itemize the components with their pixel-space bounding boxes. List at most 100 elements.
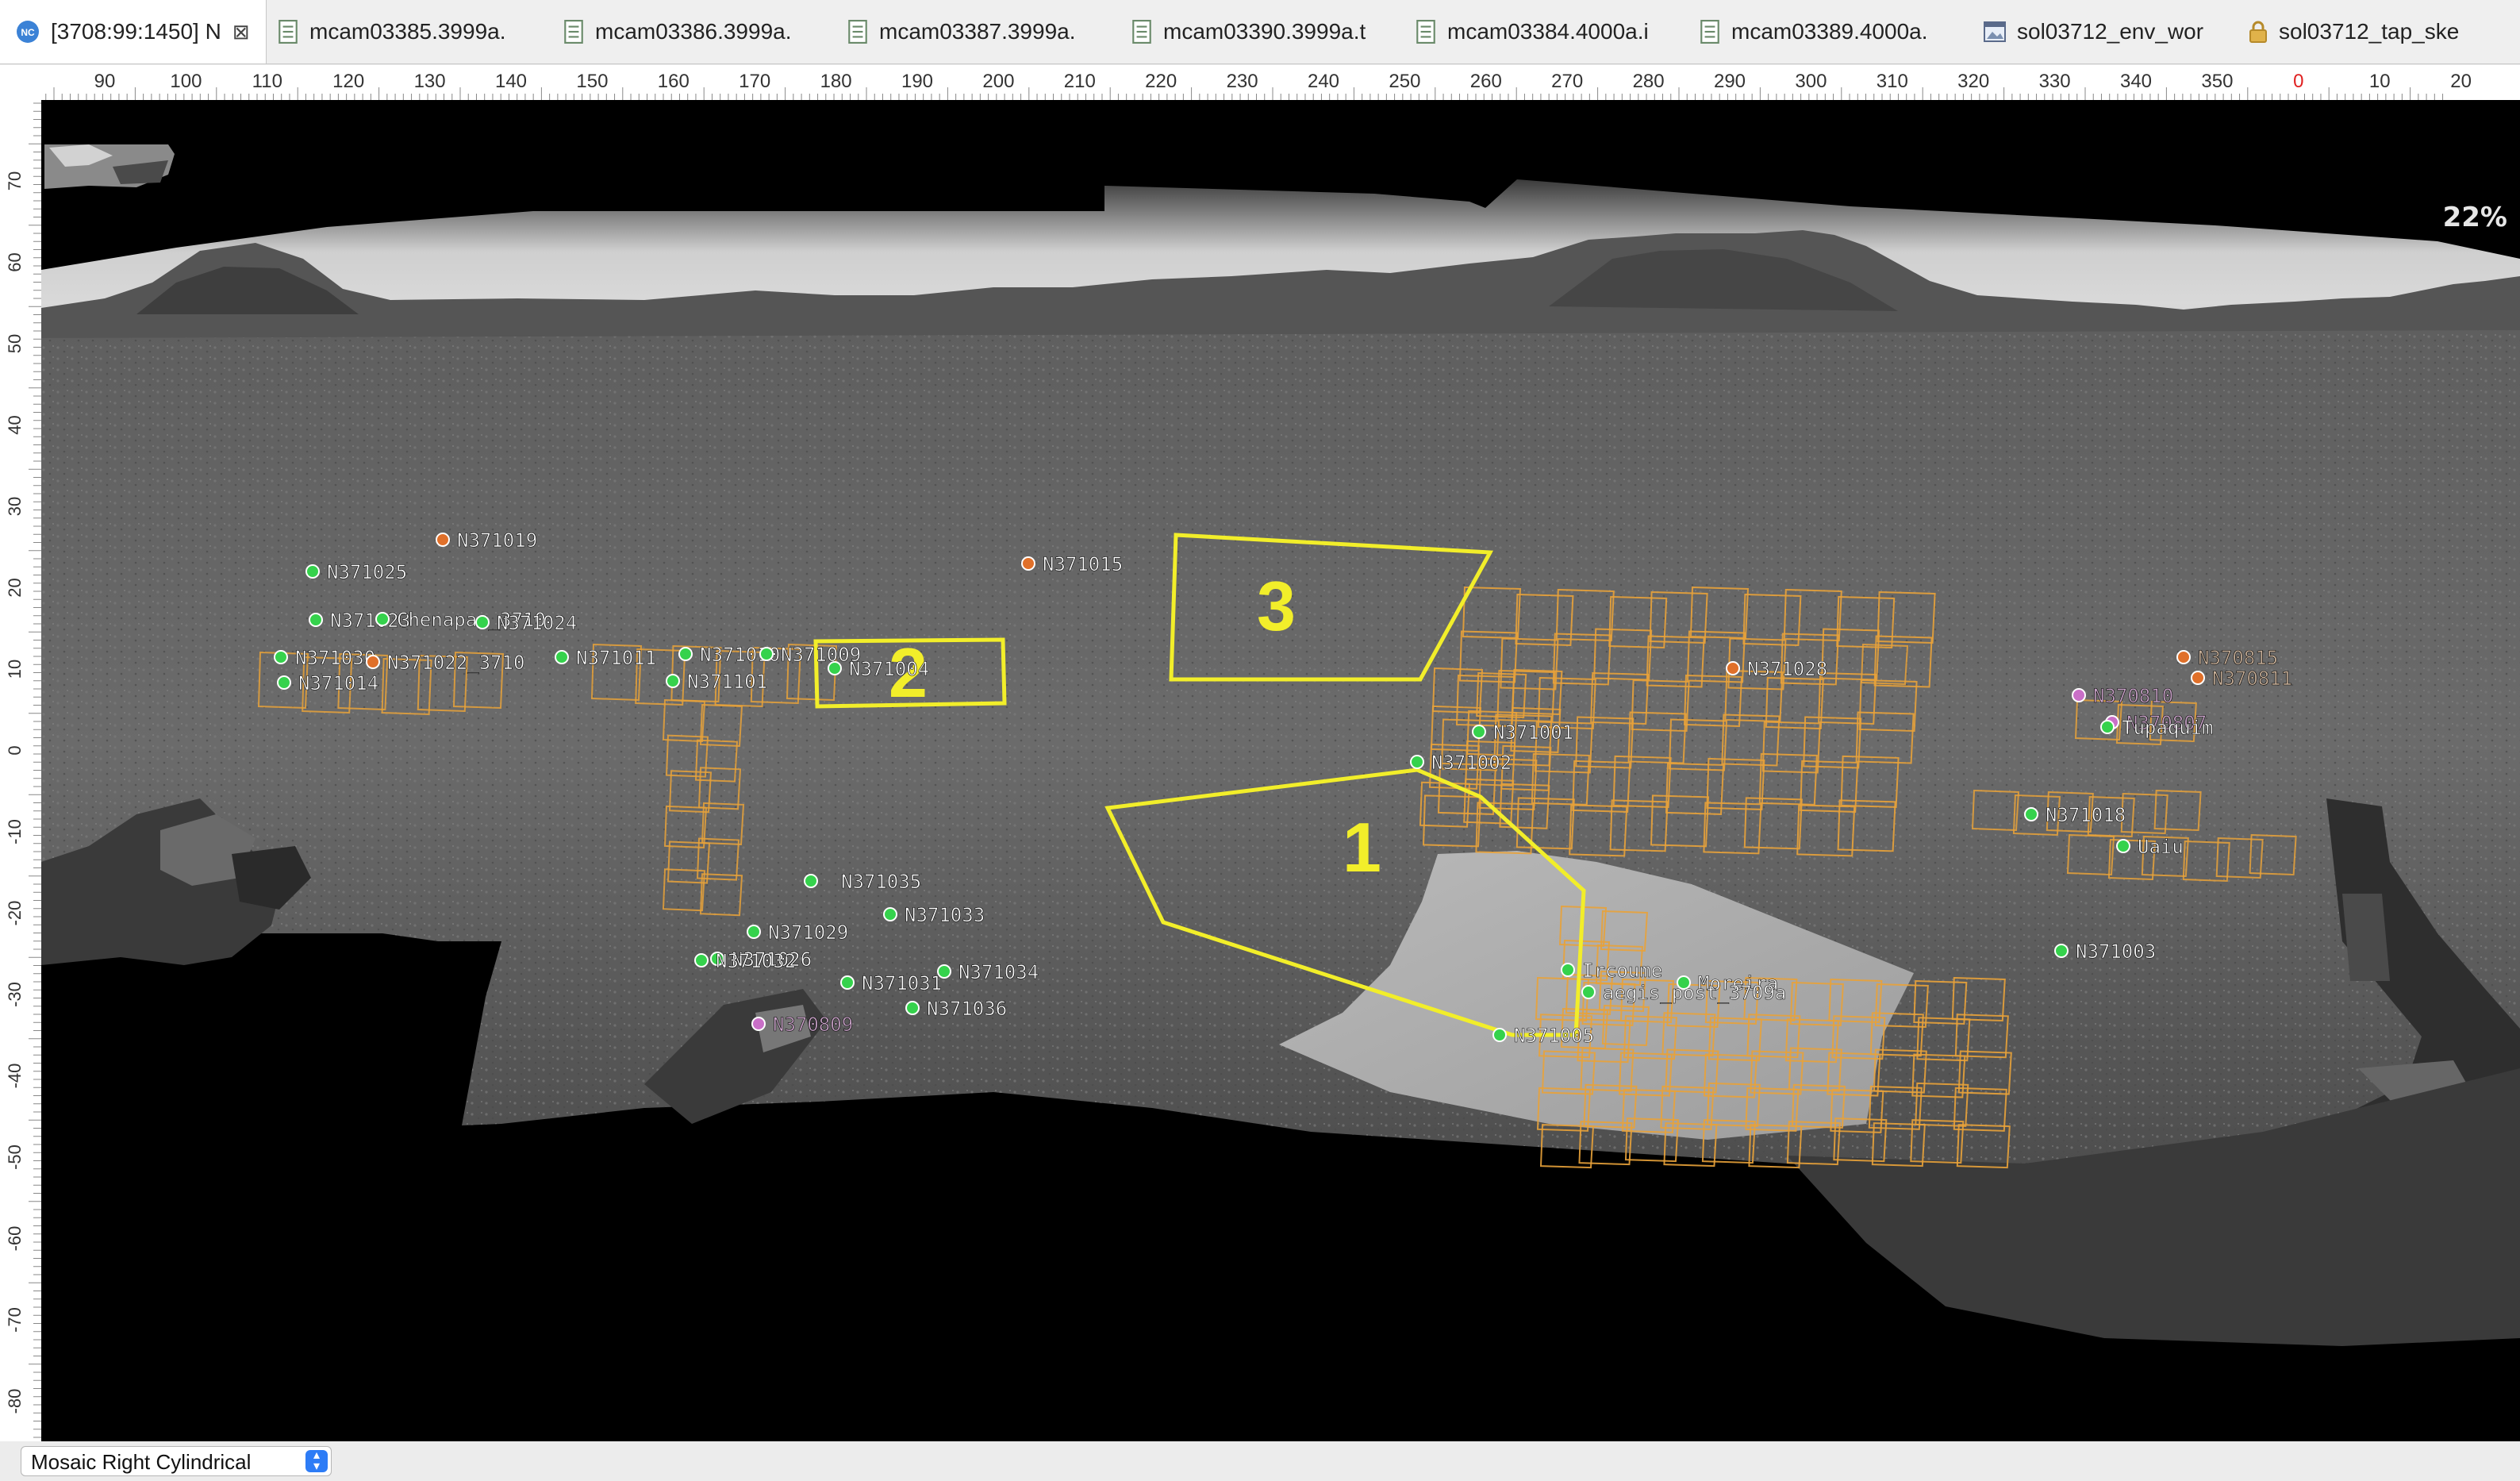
tab-mcam03384[interactable]: mcam03384.4000a.i — [1416, 0, 1649, 63]
target-dot[interactable] — [1726, 661, 1740, 675]
target-dot[interactable] — [759, 647, 774, 661]
tab-tap-sketch[interactable]: sol03712_tap_ske — [2249, 0, 2459, 63]
table-file-icon — [564, 20, 583, 44]
projection-select[interactable]: Mosaic Right Cylindrical ▴ ▾ — [21, 1446, 332, 1476]
target-dot[interactable] — [1561, 963, 1575, 977]
target-dot[interactable] — [2072, 688, 2086, 702]
target-dot[interactable] — [1472, 725, 1486, 739]
ruler-label: 210 — [1064, 71, 1096, 92]
target-dot[interactable] — [840, 975, 855, 990]
ruler-label: -60 — [5, 1226, 25, 1252]
ruler-label: -50 — [5, 1144, 25, 1170]
target-dot[interactable] — [555, 650, 569, 664]
target-label: N371022_3710 — [387, 652, 524, 674]
ruler-label: 350 — [2201, 71, 2233, 92]
tab-mcam03390[interactable]: mcam03390.3999a.t — [1131, 0, 1366, 63]
target-dot[interactable] — [937, 964, 951, 979]
nc-badge-icon: NC — [17, 21, 39, 43]
target-label: Tupaquim — [2122, 717, 2214, 739]
ruler-label: 270 — [1551, 71, 1583, 92]
target-dot[interactable] — [747, 925, 761, 939]
target-dot[interactable] — [2116, 839, 2130, 853]
target-label: N371018 — [2046, 804, 2126, 826]
target-dot[interactable] — [1581, 985, 1596, 999]
tab-label: mcam03390.3999a.t — [1163, 19, 1366, 44]
tab-mcam03386[interactable]: mcam03386.3999a. — [563, 0, 792, 63]
target-dot[interactable] — [366, 655, 380, 669]
ruler-label: 130 — [414, 71, 446, 92]
ruler-label: -70 — [5, 1307, 25, 1333]
table-file-icon — [1132, 20, 1151, 44]
ruler-label: 310 — [1877, 71, 1908, 92]
target-dot[interactable] — [277, 675, 291, 690]
target-label: Uaiu — [2138, 836, 2184, 858]
target-dot[interactable] — [2024, 807, 2038, 821]
target-dot[interactable] — [2054, 944, 2069, 958]
ruler-label: 140 — [495, 71, 527, 92]
target-label: N371002 — [1431, 752, 1512, 774]
target-dot[interactable] — [804, 874, 818, 888]
target-dot[interactable] — [883, 907, 897, 921]
image-file-icon — [1984, 21, 2006, 42]
target-dot[interactable] — [1021, 556, 1035, 571]
ruler-label: 190 — [901, 71, 933, 92]
target-dot[interactable] — [274, 650, 288, 664]
ruler-label: 230 — [1227, 71, 1258, 92]
tab-env-workspace[interactable]: sol03712_env_wor — [1984, 0, 2203, 63]
tab-mcam03389[interactable]: mcam03389.4000a. — [1700, 0, 1928, 63]
target-dot[interactable] — [678, 647, 693, 661]
tab-label: mcam03387.3999a. — [879, 19, 1076, 44]
ruler-label: 250 — [1389, 71, 1420, 92]
ruler-label: 290 — [1714, 71, 1746, 92]
thumbnail-image — [44, 144, 175, 189]
target-dot[interactable] — [2191, 671, 2205, 685]
ruler-label: 280 — [1633, 71, 1665, 92]
target-label: N371033 — [905, 904, 985, 926]
ruler-label: 110 — [252, 71, 282, 92]
tab-nc-viewer[interactable]: NC [3708:99:1450] N ⊠ — [0, 0, 267, 63]
ruler-label: 170 — [739, 71, 770, 92]
target-label: N371003 — [2076, 941, 2156, 963]
close-icon[interactable]: ⊠ — [232, 20, 250, 44]
target-label: N371014 — [298, 672, 378, 694]
target-dot[interactable] — [1492, 1028, 1507, 1042]
target-marker[interactable]: N371022_3710 — [366, 652, 525, 674]
target-dot[interactable] — [666, 674, 680, 688]
tab-mcam03385[interactable]: mcam03385.3999a. — [278, 0, 506, 63]
ruler-label: 120 — [332, 71, 364, 92]
target-dot[interactable] — [905, 1001, 920, 1015]
editor-tab-bar: NC [3708:99:1450] N ⊠ mcam03385.3999a. m… — [0, 0, 2520, 64]
target-dot[interactable] — [828, 661, 842, 675]
target-dot[interactable] — [1410, 755, 1424, 769]
target-label: N371019 — [457, 529, 537, 552]
target-label: N371035 — [841, 871, 921, 893]
target-marker[interactable]: aegis_post_3709a — [1581, 982, 1786, 1004]
target-dot[interactable] — [694, 953, 709, 967]
svg-text:NC: NC — [21, 27, 35, 38]
ruler-label: 260 — [1470, 71, 1502, 92]
target-dot[interactable] — [2176, 650, 2191, 664]
target-dot[interactable] — [2100, 720, 2115, 734]
target-label: N370810 — [2093, 685, 2173, 707]
tab-mcam03387[interactable]: mcam03387.3999a. — [847, 0, 1076, 63]
mosaic-canvas[interactable]: 1 2 3 N371025 N371019 N371015 N371023 Chenap… — [41, 100, 2520, 1441]
target-dot[interactable] — [751, 1017, 766, 1031]
target-dot[interactable] — [305, 564, 320, 579]
ruler-label: 30 — [5, 497, 25, 516]
mosaic-view[interactable]: 1 2 3 N371025N371019N371015N371023Chenap… — [41, 100, 2520, 1441]
target-dot[interactable] — [475, 615, 490, 629]
target-dot[interactable] — [375, 612, 390, 626]
target-dot[interactable] — [309, 613, 323, 627]
target-label: N371030 — [295, 647, 375, 669]
ruler-label: 100 — [170, 71, 202, 92]
terrain-texture — [41, 330, 2520, 1164]
target-label: N371101 — [687, 671, 767, 693]
target-label: N371034 — [958, 961, 1039, 983]
table-file-icon — [279, 20, 298, 44]
ruler-label: 0 — [5, 745, 25, 755]
lock-icon — [2249, 21, 2267, 43]
target-label: N371024 — [497, 612, 577, 634]
ruler-label: 160 — [658, 71, 690, 92]
target-dot[interactable] — [436, 533, 450, 547]
ruler-label: -80 — [5, 1389, 25, 1414]
